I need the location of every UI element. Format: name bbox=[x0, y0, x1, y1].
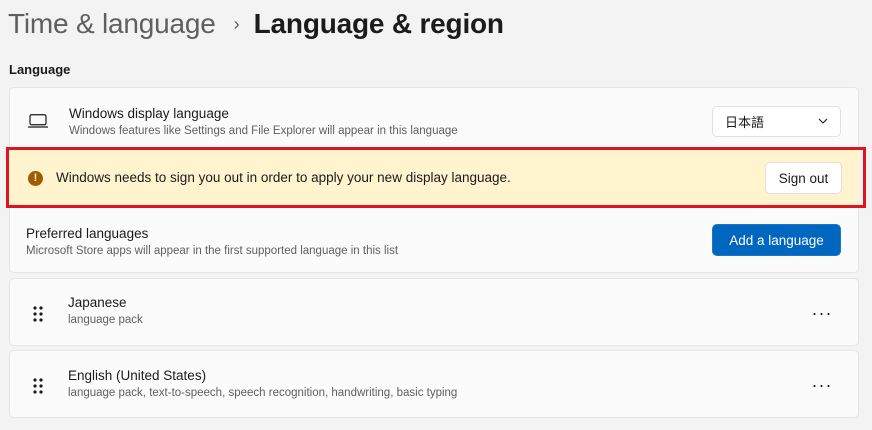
more-icon: ··· bbox=[811, 303, 833, 323]
display-language-title: Windows display language bbox=[69, 106, 229, 121]
section-label-language: Language bbox=[9, 62, 71, 77]
breadcrumb: Time & language › Language & region bbox=[8, 4, 504, 44]
preferred-languages-row: Preferred languages Microsoft Store apps… bbox=[10, 206, 858, 273]
drag-handle-icon[interactable] bbox=[32, 305, 44, 323]
language-name: English (United States) bbox=[68, 368, 207, 383]
language-settings-card: Windows display language Windows feature… bbox=[9, 87, 859, 273]
preferred-languages-subtitle: Microsoft Store apps will appear in the … bbox=[26, 245, 399, 257]
warning-message: Windows needs to sign you out in order t… bbox=[56, 170, 511, 185]
language-item-japanese[interactable]: Japanese language pack ··· bbox=[9, 278, 859, 346]
page-title: Language & region bbox=[253, 8, 504, 39]
language-details: language pack bbox=[68, 314, 143, 326]
preferred-languages-title: Preferred languages bbox=[26, 226, 149, 241]
display-language-selected: 日本語 bbox=[725, 115, 765, 130]
display-language-subtitle: Windows features like Settings and File … bbox=[69, 125, 458, 137]
add-language-button[interactable]: Add a language bbox=[712, 224, 841, 256]
breadcrumb-time-language[interactable]: Time & language bbox=[8, 8, 216, 40]
warning-icon: ! bbox=[28, 171, 43, 186]
chevron-right-icon: › bbox=[233, 13, 240, 34]
more-icon: ··· bbox=[811, 375, 833, 395]
language-details: language pack, text-to-speech, speech re… bbox=[68, 387, 458, 399]
display-language-dropdown[interactable]: 日本語 bbox=[712, 106, 841, 137]
language-name: Japanese bbox=[68, 295, 127, 310]
monitor-icon bbox=[28, 114, 48, 128]
more-options-button[interactable]: ··· bbox=[804, 299, 840, 327]
sign-out-button[interactable]: Sign out bbox=[765, 162, 842, 194]
chevron-down-icon bbox=[818, 118, 828, 124]
drag-handle-icon[interactable] bbox=[32, 377, 44, 395]
sign-out-warning-bar: ! Windows needs to sign you out in order… bbox=[9, 150, 859, 206]
display-language-row: Windows display language Windows feature… bbox=[10, 88, 858, 151]
language-item-english-us[interactable]: English (United States) language pack, t… bbox=[9, 350, 859, 418]
more-options-button[interactable]: ··· bbox=[804, 371, 840, 399]
